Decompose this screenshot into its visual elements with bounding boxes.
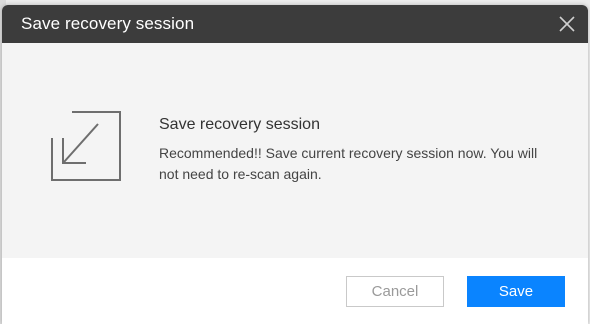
save-download-icon xyxy=(50,110,124,182)
save-button[interactable]: Save xyxy=(467,276,565,307)
dialog-footer: Cancel Save xyxy=(2,258,588,324)
close-icon xyxy=(559,16,575,32)
save-recovery-dialog: Save recovery session Save recovery sess… xyxy=(2,5,588,324)
message-body: Recommended!! Save current recovery sess… xyxy=(159,145,538,182)
dialog-content: Save recovery session Recommended!! Save… xyxy=(2,43,588,258)
close-button[interactable] xyxy=(554,11,580,37)
dialog-titlebar: Save recovery session xyxy=(2,5,588,43)
cancel-button[interactable]: Cancel xyxy=(346,276,444,307)
message-heading: Save recovery session xyxy=(159,116,320,133)
dialog-title: Save recovery session xyxy=(21,14,195,33)
